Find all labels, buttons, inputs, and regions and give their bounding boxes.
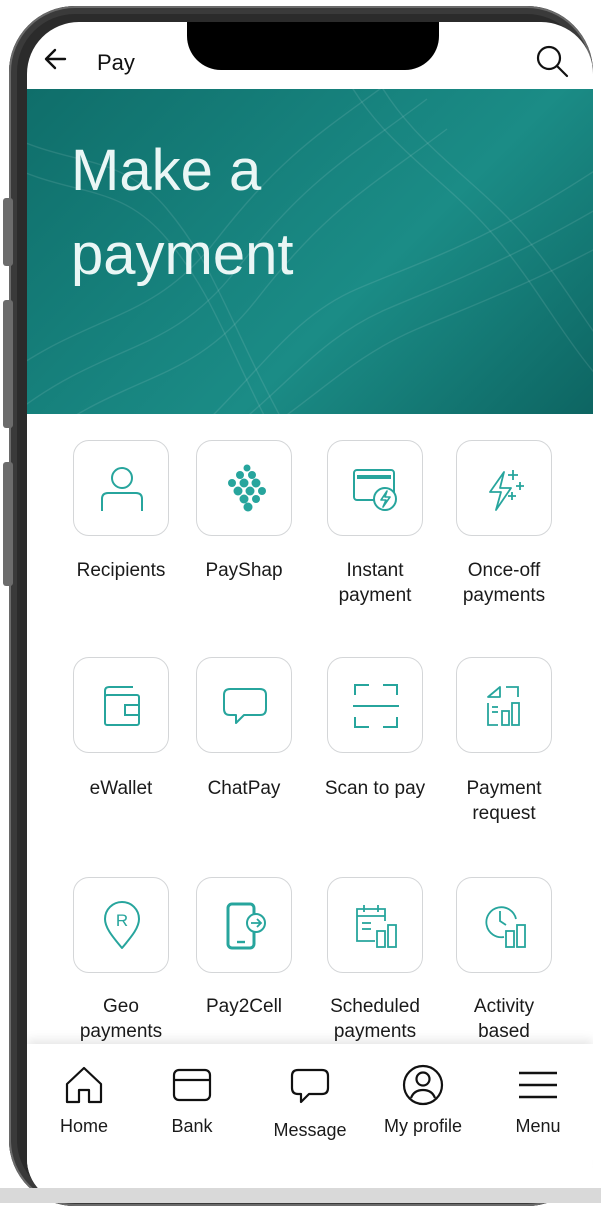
card-icon [172, 1068, 212, 1102]
phone-arrow-icon [226, 902, 266, 950]
calendar-bars-icon [356, 905, 397, 948]
payment-request-icon [487, 686, 520, 726]
hero-title-line-2: payment [71, 222, 294, 287]
scan-to-pay-button[interactable] [327, 657, 423, 753]
chatpay-label: ChatPay [207, 778, 281, 799]
scan-to-pay-label: Scan to pay [324, 778, 426, 799]
wallet-icon [104, 686, 140, 726]
nav-menu-label: Menu [515, 1116, 561, 1136]
ewallet-label: eWallet [89, 778, 153, 799]
pay2cell-label: Pay2Cell [205, 996, 283, 1017]
phone-notch [187, 22, 439, 70]
chat-bubble-icon [223, 688, 267, 724]
nav-message[interactable]: Message [255, 1044, 365, 1203]
hero-banner: Make a payment [27, 89, 593, 414]
message-icon [290, 1068, 330, 1104]
activity-based-button[interactable] [456, 877, 552, 973]
geo-payments-button[interactable]: R [73, 877, 169, 973]
back-arrow-icon[interactable] [43, 46, 69, 72]
nav-bank-label: Bank [171, 1116, 213, 1136]
payshap-dots-icon [228, 464, 266, 512]
payshap-button[interactable] [196, 440, 292, 536]
scan-frame-icon [353, 684, 399, 728]
profile-icon [402, 1064, 444, 1106]
hero-title-line-1: Make a [71, 138, 262, 203]
geo-payments-label: Geo payments [79, 996, 163, 1042]
once-off-payments-label: Once-off payments [462, 560, 546, 606]
ewallet-button[interactable] [73, 657, 169, 753]
page-title: Pay [97, 50, 135, 75]
instant-payment-label: Instant payment [338, 560, 412, 606]
nav-menu[interactable]: Menu [483, 1044, 593, 1203]
recipients-label: Recipients [76, 560, 166, 581]
nav-my-profile[interactable]: My profile [368, 1044, 478, 1203]
payshap-label: PayShap [205, 560, 283, 581]
location-pin-icon: R [104, 901, 140, 949]
instant-payment-button[interactable] [327, 440, 423, 536]
person-icon [101, 467, 143, 511]
phone-screen: Pay Make a payment Recipients PayShap In… [27, 22, 593, 1203]
chatpay-button[interactable] [196, 657, 292, 753]
home-icon [65, 1066, 103, 1104]
nav-message-label: Message [273, 1120, 347, 1140]
phone-volume-down-button [3, 462, 13, 586]
bottom-navigation: Home Bank Message My profile Menu [27, 1044, 593, 1203]
bolt-sparkle-icon [489, 470, 524, 511]
hamburger-menu-icon [519, 1071, 557, 1099]
recipients-button[interactable] [73, 440, 169, 536]
nav-home-label: Home [59, 1116, 108, 1136]
instant-card-bolt-icon [353, 469, 397, 511]
phone-volume-up-button [3, 300, 13, 428]
nav-bank[interactable]: Bank [137, 1044, 247, 1203]
scheduled-payments-label: Scheduled payments [330, 996, 420, 1042]
payment-request-button[interactable] [456, 657, 552, 753]
pay2cell-button[interactable] [196, 877, 292, 973]
payment-request-label: Payment request [466, 778, 542, 824]
nav-home[interactable]: Home [29, 1044, 139, 1203]
phone-side-button [3, 198, 13, 266]
clock-bars-icon [485, 906, 526, 948]
hero-title: Make a payment [71, 129, 471, 297]
scheduled-payments-button[interactable] [327, 877, 423, 973]
search-icon[interactable] [535, 44, 569, 78]
nav-my-profile-label: My profile [383, 1116, 463, 1136]
activity-based-label: Activity based [473, 996, 535, 1042]
once-off-payments-button[interactable] [456, 440, 552, 536]
svg-text:R: R [116, 911, 128, 930]
phone-base-shadow [0, 1188, 601, 1203]
